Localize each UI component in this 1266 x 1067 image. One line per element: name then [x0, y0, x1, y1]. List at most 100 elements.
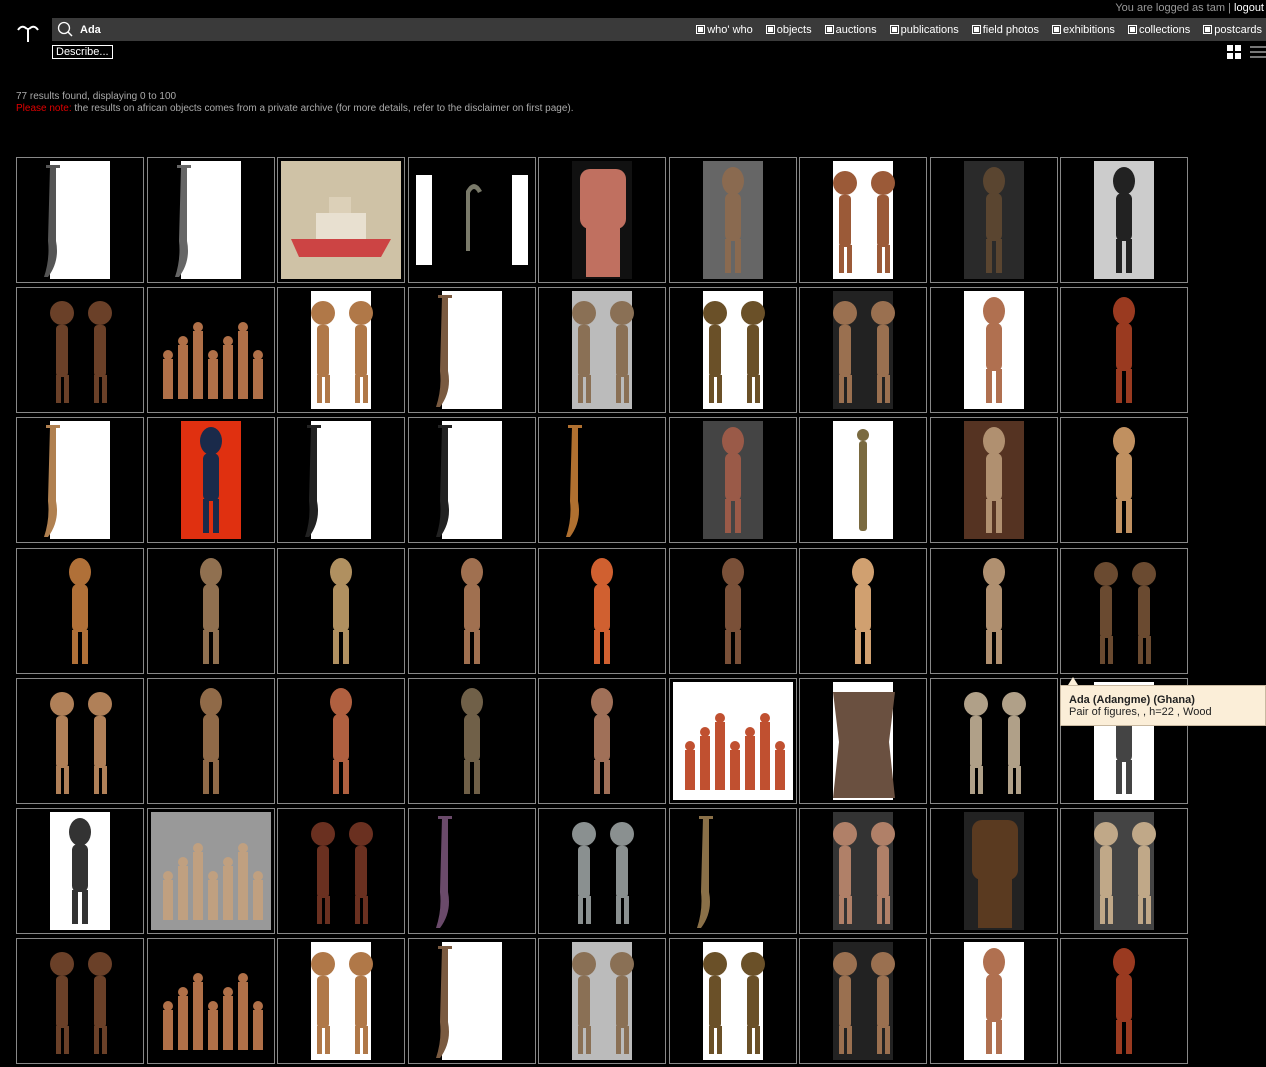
result-thumbnail[interactable] — [277, 287, 405, 414]
thumbnail-image — [702, 942, 765, 1061]
checkbox-icon[interactable] — [889, 25, 899, 34]
checkbox-icon[interactable] — [824, 25, 834, 34]
result-thumbnail[interactable] — [799, 938, 927, 1065]
checkbox-icon[interactable] — [1127, 25, 1137, 34]
filter-exhibitions[interactable]: exhibitions — [1051, 24, 1115, 36]
result-thumbnail[interactable] — [277, 677, 405, 804]
result-thumbnail[interactable] — [668, 287, 797, 414]
checkbox-icon[interactable] — [765, 25, 775, 34]
result-thumbnail[interactable] — [407, 287, 536, 414]
describe-button[interactable]: Describe... — [52, 45, 113, 59]
checkbox-icon[interactable] — [1051, 25, 1061, 34]
thumbnail-image — [1094, 551, 1156, 670]
checkbox-icon[interactable] — [1203, 25, 1213, 34]
result-thumbnail[interactable] — [929, 157, 1058, 283]
result-thumbnail[interactable] — [16, 677, 144, 804]
filter-publications[interactable]: publications — [889, 24, 959, 36]
result-thumbnail[interactable] — [277, 547, 405, 674]
results-count: 77 results found, displaying 0 to 100 — [16, 91, 177, 102]
result-thumbnail[interactable] — [277, 157, 405, 283]
result-thumbnail[interactable] — [277, 808, 405, 934]
result-thumbnail[interactable] — [277, 417, 405, 544]
thumbnail-image — [833, 291, 895, 410]
result-thumbnail[interactable] — [407, 157, 536, 283]
hover-tooltip: Ada (Adangme) (Ghana) Pair of figures, ,… — [1060, 685, 1266, 726]
result-thumbnail[interactable] — [16, 938, 144, 1065]
result-thumbnail[interactable] — [668, 808, 797, 934]
result-thumbnail[interactable] — [1060, 417, 1188, 544]
result-thumbnail[interactable] — [799, 157, 927, 283]
result-thumbnail[interactable] — [16, 547, 144, 674]
result-thumbnail[interactable] — [799, 287, 927, 414]
site-logo[interactable] — [16, 22, 40, 44]
thumbnail-image — [180, 421, 241, 540]
result-thumbnail[interactable] — [407, 808, 536, 934]
search-input[interactable] — [78, 20, 382, 40]
search-icon[interactable] — [57, 21, 73, 37]
result-thumbnail[interactable] — [16, 157, 144, 283]
result-thumbnail[interactable] — [668, 157, 797, 283]
result-thumbnail[interactable] — [146, 417, 275, 544]
result-thumbnail[interactable] — [146, 938, 275, 1065]
filter-collections[interactable]: collections — [1127, 24, 1190, 36]
filter-postcards[interactable]: postcards — [1203, 24, 1262, 36]
logout-link[interactable]: logout — [1234, 2, 1264, 14]
result-thumbnail[interactable] — [929, 677, 1058, 804]
thumbnail-image — [415, 161, 528, 279]
result-thumbnail[interactable] — [929, 808, 1058, 934]
result-thumbnail[interactable] — [16, 287, 144, 414]
result-thumbnail[interactable] — [407, 417, 536, 544]
result-thumbnail[interactable] — [538, 808, 666, 934]
result-thumbnail[interactable] — [1060, 287, 1188, 414]
checkbox-icon[interactable] — [971, 25, 981, 34]
result-thumbnail[interactable] — [538, 157, 666, 283]
result-thumbnail[interactable] — [277, 938, 405, 1065]
list-view-icon[interactable] — [1250, 46, 1266, 59]
result-thumbnail[interactable] — [799, 677, 927, 804]
result-thumbnail[interactable] — [668, 547, 797, 674]
grid-view-icon[interactable] — [1227, 45, 1242, 60]
result-thumbnail[interactable] — [1060, 938, 1188, 1065]
result-thumbnail[interactable] — [407, 547, 536, 674]
result-thumbnail[interactable] — [538, 938, 666, 1065]
thumbnail-image — [963, 812, 1024, 930]
result-thumbnail[interactable] — [146, 677, 275, 804]
result-thumbnail[interactable] — [146, 808, 275, 934]
result-thumbnail[interactable] — [799, 547, 927, 674]
result-thumbnail[interactable] — [538, 677, 666, 804]
thumbnail-image — [311, 681, 371, 800]
result-thumbnail[interactable] — [16, 808, 144, 934]
result-thumbnail[interactable] — [929, 287, 1058, 414]
result-thumbnail[interactable] — [929, 417, 1058, 544]
result-thumbnail[interactable] — [146, 157, 275, 283]
filter-whos-who[interactable]: who' who — [696, 24, 753, 36]
thumbnail-image — [305, 421, 371, 540]
filter-auctions[interactable]: auctions — [824, 24, 877, 36]
result-thumbnail[interactable] — [407, 938, 536, 1065]
thumbnail-image — [50, 551, 110, 670]
result-thumbnail[interactable] — [1060, 157, 1188, 283]
result-thumbnail[interactable] — [1060, 547, 1188, 674]
result-thumbnail[interactable] — [538, 287, 666, 414]
result-thumbnail[interactable] — [929, 938, 1058, 1065]
filter-field-photos[interactable]: field photos — [971, 24, 1039, 36]
result-thumbnail[interactable] — [146, 287, 275, 414]
result-thumbnail[interactable] — [146, 547, 275, 674]
thumbnail-image — [311, 942, 373, 1061]
thumbnail-image — [696, 812, 763, 930]
result-thumbnail[interactable] — [16, 417, 144, 544]
result-thumbnail[interactable] — [538, 547, 666, 674]
result-thumbnail[interactable] — [668, 938, 797, 1065]
thumbnail-image — [180, 681, 241, 800]
result-thumbnail[interactable] — [799, 417, 927, 544]
checkbox-icon[interactable] — [696, 25, 706, 34]
result-thumbnail[interactable] — [1060, 808, 1188, 934]
result-thumbnail[interactable] — [538, 417, 666, 544]
result-thumbnail[interactable] — [929, 547, 1058, 674]
result-thumbnail[interactable] — [668, 677, 797, 804]
result-thumbnail[interactable] — [668, 417, 797, 544]
thumbnail-image — [572, 812, 634, 930]
filter-objects[interactable]: objects — [765, 24, 812, 36]
result-thumbnail[interactable] — [799, 808, 927, 934]
result-thumbnail[interactable] — [407, 677, 536, 804]
